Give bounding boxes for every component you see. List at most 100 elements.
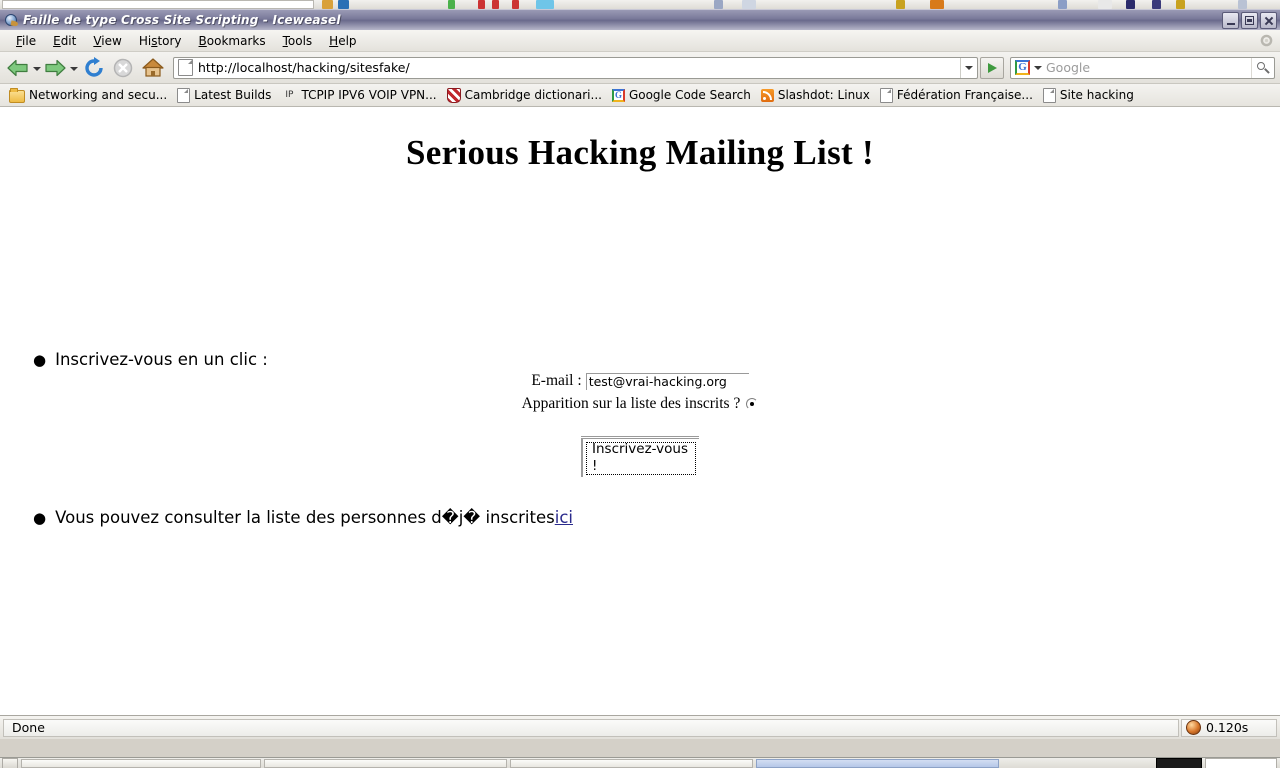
bookmark-latest-builds[interactable]: Latest Builds	[174, 86, 278, 104]
bookmark-slashdot[interactable]: Slashdot: Linux	[758, 87, 877, 103]
bookmark-google-code-search[interactable]: G Google Code Search	[609, 87, 758, 103]
menu-file[interactable]: File	[8, 32, 45, 50]
panel-icon-6[interactable]	[512, 0, 519, 9]
panel-icon-3[interactable]	[448, 0, 455, 9]
bookmarks-toolbar: Networking and secu... Latest Builds IP …	[0, 84, 1280, 107]
bookmark-label: Site hacking	[1059, 88, 1134, 102]
email-row: E-mail :	[0, 371, 1280, 391]
forward-button[interactable]	[42, 55, 68, 81]
taskbar-window-2[interactable]	[264, 758, 507, 768]
url-text[interactable]: http://localhost/hacking/sitesfake/	[198, 60, 410, 75]
load-time-text: 0.120s	[1206, 720, 1249, 735]
submit-button[interactable]: Inscrivez-vous !	[581, 438, 699, 477]
visibility-row: Apparition sur la liste des inscrits ?	[0, 394, 1280, 414]
firebug-icon	[1186, 720, 1201, 735]
taskbar-tray	[1156, 758, 1277, 768]
url-dropdown-icon[interactable]	[960, 57, 977, 78]
title-bar[interactable]: Faille de type Cross Site Scripting - Ic…	[0, 9, 1280, 30]
menu-edit[interactable]: Edit	[45, 32, 85, 50]
document-icon	[1042, 88, 1056, 103]
menu-history[interactable]: History	[131, 32, 191, 50]
bookmark-site-hacking[interactable]: Site hacking	[1040, 86, 1141, 104]
taskbar-window-3[interactable]	[510, 758, 753, 768]
bookmark-cambridge[interactable]: Cambridge dictionari...	[444, 86, 609, 104]
panel-icon-15[interactable]	[1152, 0, 1161, 9]
signup-form: E-mail : Apparition sur la liste des ins…	[0, 371, 1280, 477]
stop-button[interactable]	[109, 55, 139, 81]
rss-icon	[760, 89, 774, 102]
back-button[interactable]	[5, 55, 31, 81]
visibility-radio[interactable]	[746, 398, 759, 410]
home-button[interactable]	[139, 55, 169, 81]
panel-icon-10[interactable]	[896, 0, 905, 9]
panel-icon-8[interactable]	[714, 0, 723, 9]
back-dropdown-icon[interactable]	[31, 55, 42, 81]
panel-icon-17[interactable]	[1238, 0, 1247, 9]
bookmark-label: TCPIP IPV6 VOIP VPN...	[301, 88, 437, 102]
minimize-button[interactable]	[1222, 12, 1239, 29]
tray-item-2[interactable]	[1205, 758, 1277, 768]
gear-icon[interactable]	[1259, 33, 1274, 48]
menu-view[interactable]: View	[85, 32, 130, 50]
panel-icon-4[interactable]	[478, 0, 485, 9]
search-input[interactable]: Google	[1043, 60, 1251, 75]
email-field[interactable]	[585, 372, 749, 390]
bullet-icon: ●	[33, 509, 47, 527]
panel-icon-11[interactable]	[930, 0, 944, 9]
panel-icon-5[interactable]	[492, 0, 499, 9]
bookmark-label: Slashdot: Linux	[777, 88, 870, 102]
panel-icon-2[interactable]	[338, 0, 349, 9]
email-label: E-mail :	[531, 372, 582, 389]
taskbar	[0, 757, 1280, 768]
menu-bar: File Edit View History Bookmarks Tools H…	[0, 30, 1280, 52]
panel-icon-13[interactable]	[1098, 0, 1112, 9]
google-icon[interactable]: G	[1015, 60, 1030, 75]
search-bar[interactable]: G Google	[1010, 56, 1275, 79]
browser-window: Faille de type Cross Site Scripting - Ic…	[0, 9, 1280, 757]
search-icon[interactable]	[1251, 57, 1274, 78]
page-title: Serious Hacking Mailing List !	[406, 133, 874, 172]
bookmark-label: Latest Builds	[194, 88, 272, 102]
url-bar[interactable]: http://localhost/hacking/sitesfake/	[173, 56, 978, 79]
menu-bookmarks[interactable]: Bookmarks	[191, 32, 275, 50]
load-time-panel[interactable]: 0.120s	[1181, 718, 1277, 737]
panel-icon-12[interactable]	[1058, 0, 1067, 9]
panel-icon-1[interactable]	[322, 0, 333, 9]
close-button[interactable]	[1260, 12, 1277, 29]
tray-item-1[interactable]	[1156, 758, 1202, 768]
taskbar-start-button[interactable]	[2, 758, 18, 768]
bookmark-federation[interactable]: Fédération Française...	[877, 86, 1040, 104]
page-favicon-icon	[178, 59, 193, 76]
menu-tools[interactable]: Tools	[275, 32, 322, 50]
menu-help[interactable]: Help	[321, 32, 365, 50]
panel-icon-14[interactable]	[1126, 0, 1135, 9]
ip-icon: IP	[285, 90, 294, 100]
submit-row: Inscrivez-vous !	[0, 436, 1280, 477]
taskbar-window-4[interactable]	[756, 758, 999, 768]
bookmark-label: Fédération Française...	[896, 88, 1033, 102]
view-list-text: Vous pouvez consulter la liste des perso…	[55, 508, 555, 527]
folder-icon	[9, 87, 25, 103]
maximize-button[interactable]	[1241, 12, 1258, 29]
panel-icon-16[interactable]	[1176, 0, 1185, 9]
bookmark-networking[interactable]: Networking and secu...	[6, 87, 174, 104]
google-icon: G	[611, 89, 625, 102]
search-engine-dropdown-icon[interactable]	[1032, 58, 1043, 78]
status-message: Done	[3, 718, 1179, 737]
bookmark-label: Cambridge dictionari...	[464, 88, 602, 102]
bullet-icon: ●	[33, 351, 47, 369]
panel-icon-7[interactable]	[536, 0, 554, 9]
submit-button-frame: Inscrivez-vous !	[581, 436, 699, 477]
navigation-toolbar: http://localhost/hacking/sitesfake/ G Go…	[0, 52, 1280, 84]
forward-dropdown-icon[interactable]	[68, 55, 79, 81]
go-button[interactable]	[980, 56, 1004, 79]
view-list-link[interactable]: ici	[555, 508, 573, 527]
panel-icon-9[interactable]	[742, 0, 756, 9]
window-title: Faille de type Cross Site Scripting - Ic…	[23, 13, 341, 27]
taskbar-window-1[interactable]	[21, 758, 261, 768]
bookmark-label: Networking and secu...	[29, 88, 168, 102]
panel-text-slot[interactable]	[2, 0, 314, 9]
document-icon	[879, 88, 893, 103]
reload-button[interactable]	[79, 55, 109, 81]
bookmark-tcpip[interactable]: IP TCPIP IPV6 VOIP VPN...	[278, 87, 443, 103]
